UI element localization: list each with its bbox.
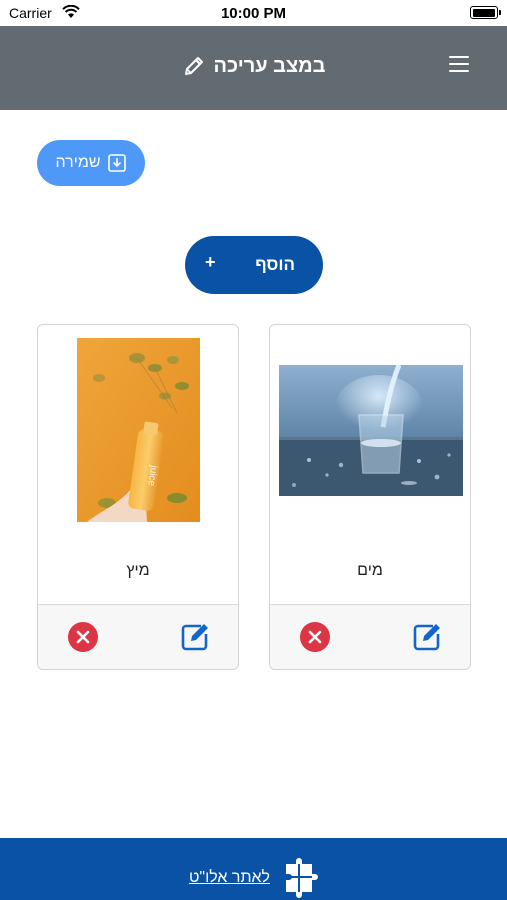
item-name: מיץ — [126, 562, 150, 579]
edit-icon[interactable] — [179, 621, 211, 653]
save-download-icon — [107, 154, 126, 172]
alut-link-label: לאתר אלו"ט — [188, 869, 271, 886]
juice-bottle-photo: juice — [77, 338, 200, 522]
add-item-button[interactable]: הוסף + — [185, 236, 323, 294]
page-title: במצב עריכה — [213, 54, 326, 77]
bottom-bar: לאתר אלו"ט — [0, 838, 507, 900]
status-time: 10:00 PM — [220, 5, 287, 22]
hamburger-menu-icon[interactable] — [449, 56, 469, 74]
card-actions — [38, 604, 238, 669]
water-glass-photo — [279, 365, 463, 496]
save-button[interactable]: שמירה — [37, 140, 145, 186]
alut-site-link[interactable]: לאתר אלו"ט — [0, 856, 507, 900]
pencil-icon — [184, 57, 203, 75]
top-header: במצב עריכה — [0, 26, 507, 110]
battery-icon — [470, 6, 501, 19]
item-card-juice[interactable]: juice מיץ — [37, 324, 239, 670]
alut-puzzle-logo — [286, 858, 319, 898]
save-button-label: שמירה — [55, 154, 101, 171]
item-name: מים — [357, 562, 383, 579]
plus-icon: + — [205, 252, 216, 272]
add-button-label: הוסף — [255, 255, 295, 274]
header-title-group: במצב עריכה — [0, 54, 507, 78]
delete-icon[interactable] — [299, 621, 331, 653]
status-bar: Carrier 10:00 PM — [0, 0, 507, 26]
delete-icon[interactable] — [67, 621, 99, 653]
item-card-water[interactable]: מים — [269, 324, 471, 670]
card-actions — [270, 604, 470, 669]
edit-icon[interactable] — [411, 621, 443, 653]
